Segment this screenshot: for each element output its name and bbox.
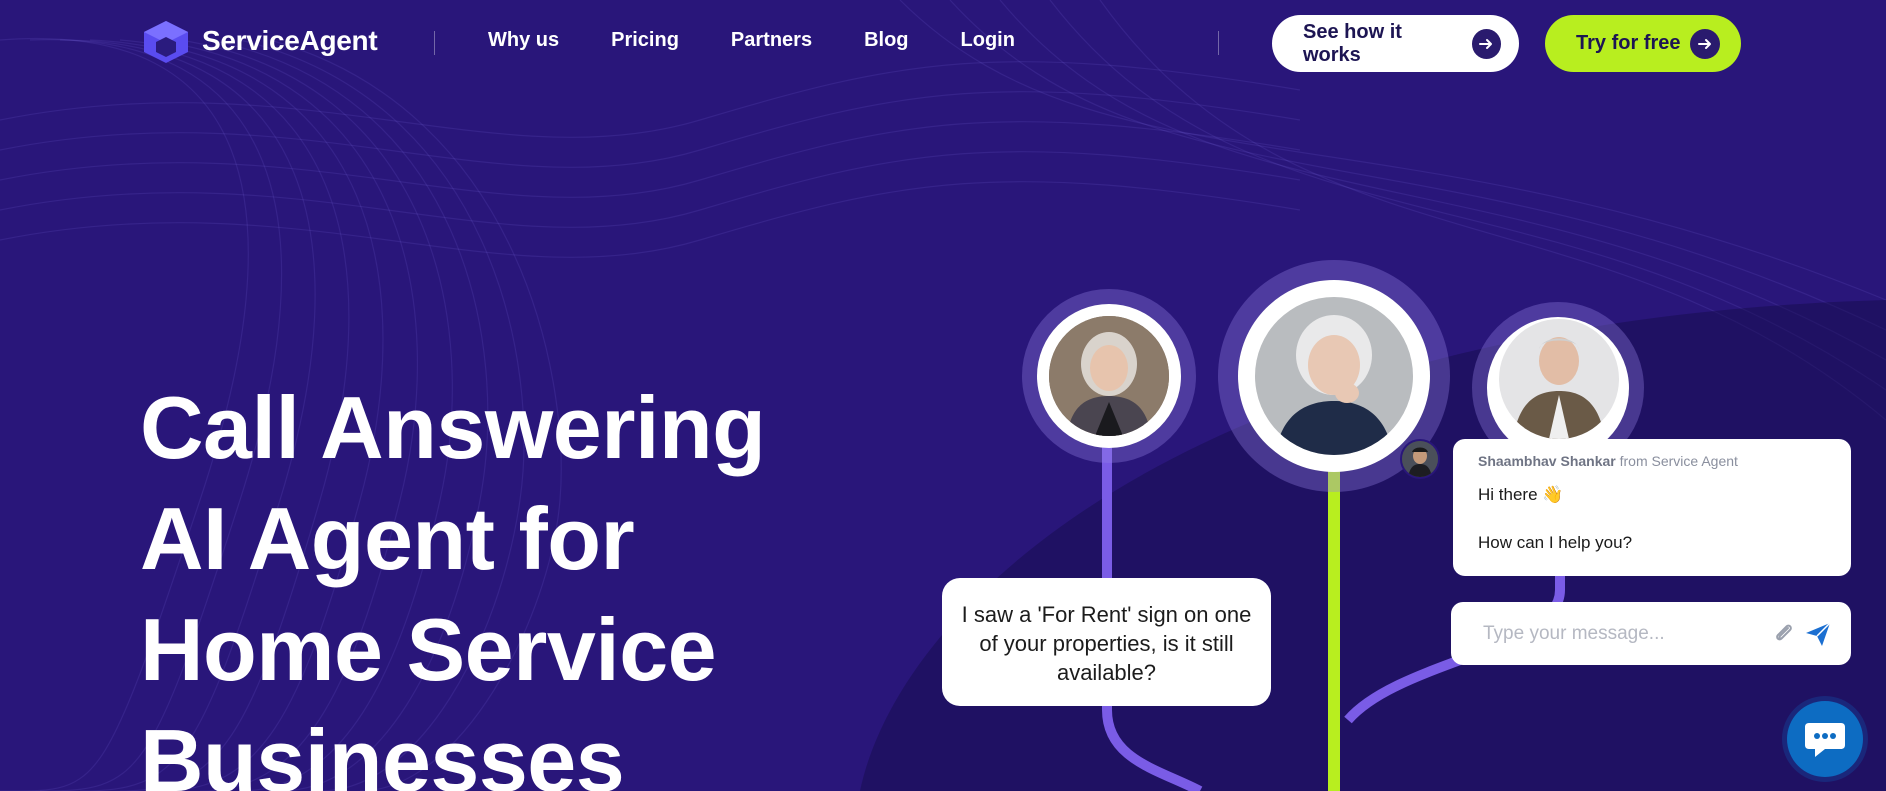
woman-portrait-icon [1049,316,1169,436]
nav-blog[interactable]: Blog [864,29,908,52]
nav-why-us[interactable]: Why us [488,29,559,52]
chat-greeting: Hi there 👋 [1478,485,1564,504]
elderly-woman-portrait-icon [1255,297,1413,455]
top-navigation: ServiceAgent Why us Pricing Partners Blo… [0,0,1886,86]
hero-title-line: Home Service [140,600,717,699]
nav-links: Why us Pricing Partners Blog Login [488,29,1015,52]
send-icon[interactable] [1801,617,1835,651]
chat-bubble-icon [1805,723,1845,757]
nav-divider [1218,31,1219,55]
hero-title-line: AI Agent for [140,489,635,588]
see-how-it-works-label: See how it works [1303,20,1402,66]
chat-message-card: Shaambhav Shankar from Service Agent Hi … [1453,439,1851,576]
arrow-right-icon [1690,28,1721,59]
try-for-free-button[interactable]: Try for free [1545,15,1741,72]
chat-input-bar [1451,602,1851,665]
nav-divider [434,31,435,55]
hero-title: Call Answering AI Agent for Home Service… [140,372,766,791]
caller-speech-bubble: I saw a 'For Rent' sign on one of your p… [942,578,1271,706]
chat-question: How can I help you? [1478,533,1633,552]
elderly-man-portrait-icon [1499,319,1619,439]
agent-avatar [1400,439,1440,479]
see-how-it-works-button[interactable]: See how it works [1272,15,1519,72]
nav-pricing[interactable]: Pricing [611,29,679,52]
arrow-right-icon [1471,28,1501,59]
brand-name: ServiceAgent [202,25,378,56]
logo-link[interactable]: ServiceAgent [140,19,378,63]
hero-title-line: Call Answering [140,378,766,477]
agent-portrait-icon [1402,441,1438,477]
paperclip-icon[interactable] [1767,617,1801,651]
chat-header: Shaambhav Shankar from Service Agent [1478,453,1826,469]
agent-from: from Service Agent [1619,453,1738,469]
nav-partners[interactable]: Partners [731,29,812,52]
hero-title-line: Businesses [140,711,625,791]
cube-logo-icon [144,21,188,63]
agent-name: Shaambhav Shankar [1478,453,1616,469]
chat-launcher-button[interactable] [1787,701,1863,777]
try-for-free-label: Try for free [1576,32,1681,54]
chat-message-input[interactable] [1483,622,1767,645]
caller-avatar-1 [1022,289,1196,463]
nav-login[interactable]: Login [961,29,1015,52]
